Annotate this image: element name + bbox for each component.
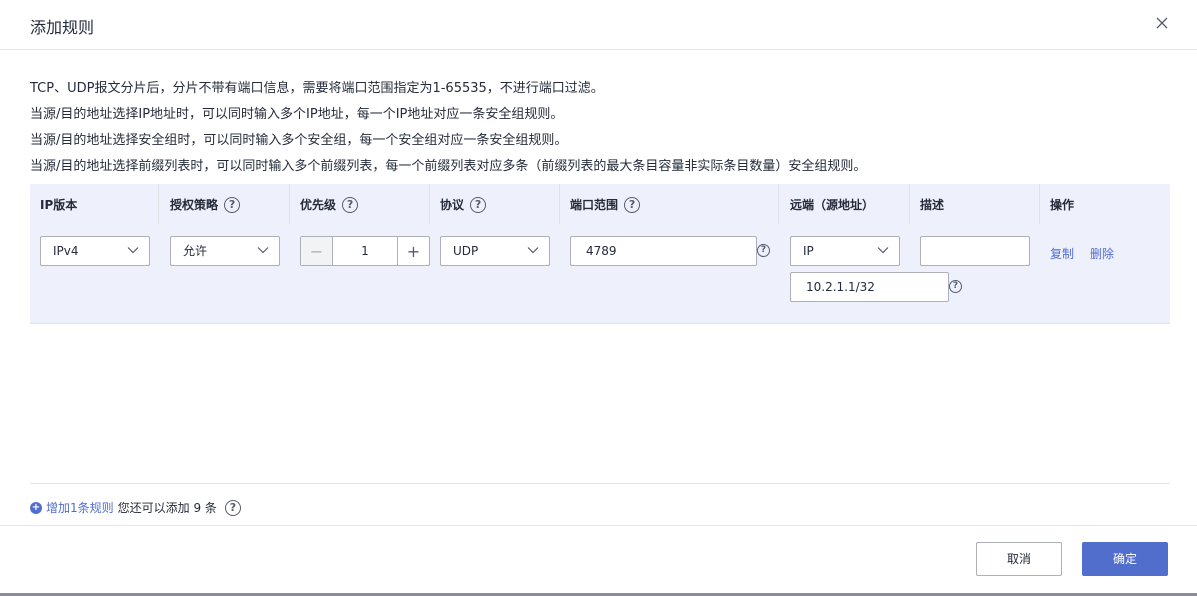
chevron-down-icon — [527, 247, 539, 254]
column-divider — [289, 184, 290, 224]
header-label: 优先级 — [300, 198, 337, 212]
header-label: 操作 — [1050, 198, 1075, 212]
add-rule-link[interactable]: 增加1条规则 — [46, 499, 114, 516]
note-ip: 当源/目的地址选择IP地址时，可以同时输入多个IP地址，每一个IP地址对应一条安… — [30, 107, 564, 122]
dialog-header: 添加规则 — [0, 0, 1197, 50]
note-prefix-list: 当源/目的地址选择前缀列表时，可以同时输入多个前缀列表，每一个前缀列表对应多条（… — [30, 159, 867, 174]
header-remote: 远端（源地址） — [790, 196, 874, 213]
remote-type-value: IP — [803, 244, 814, 258]
plus-icon[interactable]: + — [397, 237, 429, 265]
priority-stepper[interactable]: − 1 + — [300, 236, 430, 266]
header-actions: 操作 — [1050, 196, 1074, 213]
remote-address-input[interactable]: 10.2.1.1/32 — [790, 272, 949, 302]
header-priority: 优先级 ? — [300, 196, 359, 213]
help-icon[interactable]: ? — [224, 499, 241, 516]
header-policy: 授权策略 ? — [170, 196, 241, 213]
remote-type-select[interactable]: IP — [790, 236, 900, 266]
header-description: 描述 — [920, 196, 944, 213]
add-rule-row: + 增加1条规则 您还可以添加 9 条 ? — [30, 499, 241, 516]
chevron-down-icon — [257, 247, 269, 254]
description-input[interactable] — [920, 236, 1030, 266]
add-rule-dialog: 添加规则 TCP、UDP报文分片后，分片不带有端口信息，需要将端口范围指定为1-… — [0, 0, 1197, 593]
chevron-down-icon — [127, 247, 139, 254]
header-label: 端口范围 — [570, 198, 619, 212]
dialog-title: 添加规则 — [30, 18, 95, 37]
help-icon[interactable]: ? — [342, 196, 359, 213]
column-divider — [909, 184, 910, 224]
port-range-input[interactable]: 4789 — [570, 236, 757, 266]
header-label: IP版本 — [40, 198, 78, 212]
policy-value: 允许 — [183, 244, 208, 258]
help-icon[interactable]: ? — [470, 196, 487, 213]
column-divider — [778, 184, 779, 224]
header-protocol: 协议 ? — [440, 196, 487, 213]
chevron-down-icon — [877, 247, 889, 254]
remaining-rules-text: 您还可以添加 9 条 — [117, 501, 217, 515]
footer-divider — [0, 525, 1197, 526]
cancel-button[interactable]: 取消 — [976, 542, 1062, 576]
column-divider — [559, 184, 560, 224]
confirm-button[interactable]: 确定 — [1082, 542, 1168, 576]
minus-icon[interactable]: − — [301, 237, 333, 265]
column-divider — [429, 184, 430, 224]
close-icon[interactable] — [1153, 14, 1171, 32]
ip-version-select[interactable]: IPv4 — [40, 236, 150, 266]
column-divider — [158, 184, 159, 224]
header-label: 描述 — [920, 198, 945, 212]
divider — [30, 483, 1170, 484]
help-icon[interactable]: ? — [949, 280, 962, 293]
header-label: 协议 — [440, 198, 465, 212]
header-label: 授权策略 — [170, 198, 219, 212]
ip-version-value: IPv4 — [53, 244, 79, 258]
delete-link[interactable]: 删除 — [1090, 245, 1114, 262]
protocol-select[interactable]: UDP — [440, 236, 550, 266]
notes: TCP、UDP报文分片后，分片不带有端口信息，需要将端口范围指定为1-65535… — [30, 76, 1170, 180]
rules-table: IP版本 授权策略 ? 优先级 ? 协议 ? 端口范围 ? 远端（源地址） 描述 — [30, 184, 1170, 324]
protocol-value: UDP — [453, 244, 479, 258]
help-icon[interactable]: ? — [224, 196, 241, 213]
priority-value[interactable]: 1 — [333, 237, 397, 265]
column-divider — [1039, 184, 1040, 224]
copy-link[interactable]: 复制 — [1050, 245, 1074, 262]
note-security-group: 当源/目的地址选择安全组时，可以同时输入多个安全组，每一个安全组对应一条安全组规… — [30, 133, 568, 148]
help-icon[interactable]: ? — [757, 244, 770, 257]
header-ip-version: IP版本 — [40, 196, 77, 213]
policy-select[interactable]: 允许 — [170, 236, 280, 266]
header-port-range: 端口范围 ? — [570, 196, 641, 213]
header-label: 远端（源地址） — [790, 198, 875, 212]
help-icon[interactable]: ? — [624, 196, 641, 213]
note-fragment: TCP、UDP报文分片后，分片不带有端口信息，需要将端口范围指定为1-65535… — [30, 81, 604, 96]
add-circle-icon[interactable]: + — [30, 501, 42, 514]
